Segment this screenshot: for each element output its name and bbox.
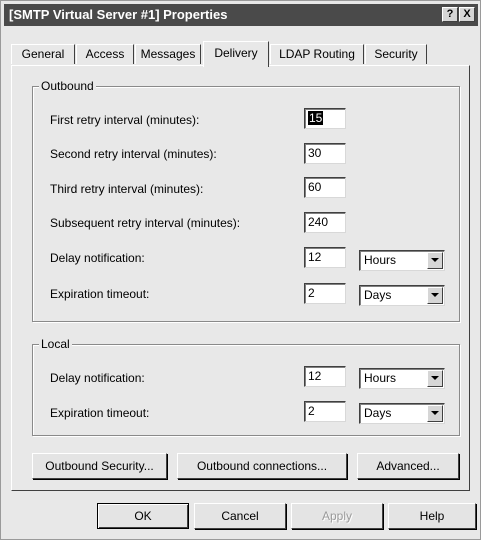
outbound-delay-field[interactable]: 12 [304,247,346,268]
close-title-button[interactable]: X [459,7,475,22]
tab-security[interactable]: Security [365,44,427,64]
outbound-delay-unit-select[interactable]: Hours [359,250,445,271]
subsequent-retry-field[interactable]: 240 [304,212,346,233]
chevron-down-icon[interactable] [427,287,443,304]
tab-general[interactable]: General [11,44,75,64]
outbound-expiration-unit-value: Days [364,288,392,302]
local-legend: Local [39,337,72,351]
outbound-expiration-label: Expiration timeout: [50,287,150,301]
outbound-security-button[interactable]: Outbound Security... [32,453,167,479]
cancel-button[interactable]: Cancel [194,503,286,529]
tab-delivery[interactable]: Delivery [203,41,269,67]
second-retry-field[interactable]: 30 [304,143,346,164]
outbound-expiration-field[interactable]: 2 [304,283,346,304]
local-group: Local Delay notification: 12 Hours Expir… [32,337,460,436]
apply-button[interactable]: Apply [291,503,383,529]
outbound-delay-label: Delay notification: [50,251,145,265]
title-bar: [SMTP Virtual Server #1] Properties ? X [4,4,478,26]
delivery-panel: Outbound First retry interval (minutes):… [11,65,470,491]
ok-button[interactable]: OK [97,503,189,529]
local-delay-label: Delay notification: [50,371,145,385]
outbound-expiration-unit-select[interactable]: Days [359,285,445,306]
window-title: [SMTP Virtual Server #1] Properties [9,7,228,22]
outbound-delay-unit-value: Hours [364,253,397,267]
local-expiration-label: Expiration timeout: [50,406,150,420]
chevron-down-icon[interactable] [427,252,443,269]
chevron-down-icon[interactable] [427,405,443,422]
tab-access[interactable]: Access [76,44,134,64]
help-button[interactable]: Help [388,503,476,529]
subsequent-retry-label: Subsequent retry interval (minutes): [50,216,241,230]
first-retry-label: First retry interval (minutes): [50,113,200,127]
first-retry-field[interactable]: 15 [304,108,346,129]
second-retry-label: Second retry interval (minutes): [50,147,217,161]
outbound-connections-button[interactable]: Outbound connections... [177,453,347,479]
close-icon: X [463,8,471,20]
local-delay-field[interactable]: 12 [304,366,346,387]
tab-messages[interactable]: Messages [135,44,201,64]
third-retry-label: Third retry interval (minutes): [50,182,204,196]
local-delay-unit-value: Hours [364,371,397,385]
help-title-button[interactable]: ? [442,7,458,22]
local-delay-unit-select[interactable]: Hours [359,368,445,389]
third-retry-field[interactable]: 60 [304,177,346,198]
properties-dialog: [SMTP Virtual Server #1] Properties ? X … [0,0,481,540]
tab-strip: General Access Messages Delivery LDAP Ro… [11,41,471,67]
tab-ldap-routing[interactable]: LDAP Routing [270,44,364,64]
question-icon: ? [446,8,454,20]
outbound-group: Outbound First retry interval (minutes):… [32,79,460,322]
local-expiration-unit-select[interactable]: Days [359,403,445,424]
chevron-down-icon[interactable] [427,370,443,387]
outbound-legend: Outbound [39,79,96,93]
advanced-button[interactable]: Advanced... [357,453,459,479]
local-expiration-field[interactable]: 2 [304,401,346,422]
local-expiration-unit-value: Days [364,406,392,420]
